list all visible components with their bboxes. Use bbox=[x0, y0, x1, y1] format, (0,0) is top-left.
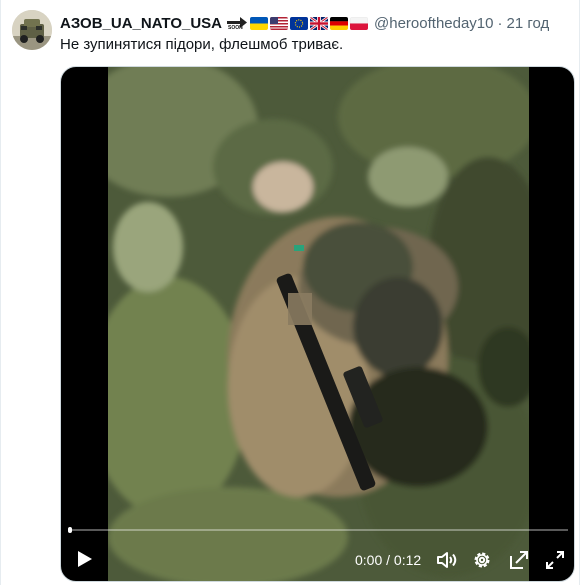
volume-icon[interactable] bbox=[435, 548, 459, 572]
flag-pl-icon bbox=[350, 16, 369, 30]
name-emojis: SOON bbox=[224, 15, 369, 31]
soon-label: SOON bbox=[228, 25, 243, 31]
avatar-image bbox=[12, 10, 52, 50]
video-player[interactable]: 0:00 / 0:12 bbox=[60, 66, 575, 582]
flag-ua-icon bbox=[250, 16, 269, 30]
separator-dot: · bbox=[497, 14, 503, 32]
play-icon[interactable] bbox=[73, 548, 95, 570]
card-border-left bbox=[0, 0, 1, 585]
tweet-text: Не зупинятися підори, флешмоб триває. bbox=[60, 36, 344, 53]
tweet-timestamp[interactable]: 21 год bbox=[507, 15, 550, 32]
flag-de-icon bbox=[330, 16, 349, 30]
video-progress-track[interactable] bbox=[69, 529, 568, 531]
card-border-right bbox=[579, 0, 580, 585]
flag-uk-icon bbox=[310, 16, 329, 30]
flag-eu-icon bbox=[290, 16, 309, 30]
video-controls: 0:00 / 0:12 bbox=[61, 67, 574, 581]
soon-arrow-icon: SOON bbox=[226, 15, 248, 31]
video-progress-handle[interactable] bbox=[68, 527, 72, 533]
fullscreen-icon[interactable] bbox=[543, 548, 567, 572]
avatar[interactable] bbox=[12, 10, 52, 50]
display-name[interactable]: АЗОВ_UA_NATO_USA bbox=[60, 15, 222, 32]
pop-out-icon[interactable] bbox=[507, 548, 531, 572]
tweet-header: АЗОВ_UA_NATO_USA SOON @herooftheday10 · … bbox=[60, 13, 549, 33]
flag-us-icon bbox=[270, 16, 289, 30]
video-timecode: 0:00 / 0:12 bbox=[355, 552, 422, 568]
settings-gear-icon[interactable] bbox=[470, 548, 494, 572]
user-handle[interactable]: @herooftheday10 bbox=[374, 15, 493, 32]
